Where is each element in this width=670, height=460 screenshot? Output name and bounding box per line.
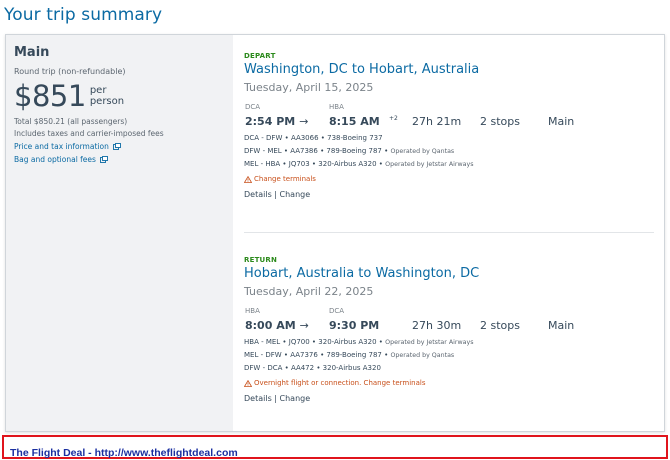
return-legs: HBA - MEL • JQ700 • 320-Airbus A320 • Op…	[244, 338, 654, 372]
fare-summary-panel: Main Round trip (non-refundable) $851 pe…	[6, 35, 233, 431]
destination-code: HBA	[329, 103, 344, 111]
bag-fees-link[interactable]: Bag and optional fees	[14, 155, 225, 164]
total-price: Total $850.21 (all passengers)	[14, 117, 128, 126]
plus-days-badge: +2	[389, 115, 398, 122]
leg-item: DFW - MEL • AA7386 • 789-Boeing 787 • Op…	[244, 147, 455, 155]
price-per-person: $851	[14, 79, 86, 113]
depart-details-change-links[interactable]: Details | Change	[244, 190, 654, 199]
origin-code: HBA	[245, 307, 260, 315]
flight-deal-banner[interactable]: The Flight Deal - http://www.theflightde…	[2, 435, 668, 459]
price-tax-info-link[interactable]: Price and tax information	[14, 142, 225, 151]
return-details-change-links[interactable]: Details | Change	[244, 394, 654, 403]
trip-type: Round trip (non-refundable)	[14, 67, 126, 76]
warning-triangle-icon	[244, 175, 252, 183]
depart-segment: DEPART Washington, DC to Hobart, Austral…	[244, 52, 654, 199]
return-label: RETURN	[244, 256, 278, 264]
segment-divider	[244, 232, 654, 233]
trip-summary-card: Main Round trip (non-refundable) $851 pe…	[5, 34, 665, 432]
per-person-label: per person	[89, 85, 125, 107]
warning-triangle-icon	[244, 379, 252, 387]
depart-legs: DCA - DFW • AA3066 • 738-Boeing 737 DFW …	[244, 134, 654, 168]
external-link-icon	[99, 156, 108, 163]
cabin: Main	[548, 115, 575, 128]
duration: 27h 21m	[412, 115, 462, 128]
return-airport-codes: HBA DCA	[244, 307, 654, 317]
leg-item: HBA - MEL • JQ700 • 320-Airbus A320 • Op…	[244, 338, 474, 346]
destination-code: DCA	[329, 307, 345, 315]
stops: 2 stops	[480, 319, 520, 332]
leg-item: DCA - DFW • AA3066 • 738-Boeing 737	[244, 134, 383, 142]
leg-item: MEL - HBA • JQ703 • 320-Airbus A320 • Op…	[244, 160, 474, 168]
arrow-right-icon: →	[299, 115, 309, 128]
origin-code: DCA	[245, 103, 261, 111]
depart-label: DEPART	[244, 52, 276, 60]
arrival-time: 9:30 PM	[329, 319, 380, 332]
return-warning: Overnight flight or connection. Change t…	[244, 379, 654, 387]
external-link-icon	[112, 143, 121, 150]
taxes-note: Includes taxes and carrier-imposed fees	[14, 129, 164, 138]
depart-date: Tuesday, April 15, 2025	[244, 81, 374, 94]
departure-time: 2:54 PM →	[245, 115, 309, 128]
return-segment: RETURN Hobart, Australia to Washington, …	[244, 256, 654, 403]
fare-name: Main	[14, 45, 50, 60]
cabin: Main	[548, 319, 575, 332]
duration: 27h 30m	[412, 319, 462, 332]
return-times-row: 8:00 AM → 9:30 PM 27h 30m 2 stops Main	[244, 319, 654, 333]
depart-warning: Change terminals	[244, 175, 654, 183]
banner-text: The Flight Deal - http://www.theflightde…	[10, 447, 238, 459]
return-date: Tuesday, April 22, 2025	[244, 285, 374, 298]
leg-item: MEL - DFW • AA7376 • 789-Boeing 787 • Op…	[244, 351, 455, 359]
stops: 2 stops	[480, 115, 520, 128]
depart-times-row: 2:54 PM → 8:15 AM +2 27h 21m 2 stops Main	[244, 115, 654, 129]
return-route: Hobart, Australia to Washington, DC	[244, 266, 480, 281]
price-row: $851 per person	[14, 81, 225, 111]
leg-item: DFW - DCA • AA472 • 320-Airbus A320	[244, 364, 381, 372]
arrow-right-icon: →	[299, 319, 309, 332]
depart-route: Washington, DC to Hobart, Australia	[244, 62, 480, 77]
departure-time: 8:00 AM →	[245, 319, 309, 332]
depart-airport-codes: DCA HBA	[244, 103, 654, 113]
page-title: Your trip summary	[4, 5, 163, 25]
arrival-time: 8:15 AM +2	[329, 115, 398, 128]
